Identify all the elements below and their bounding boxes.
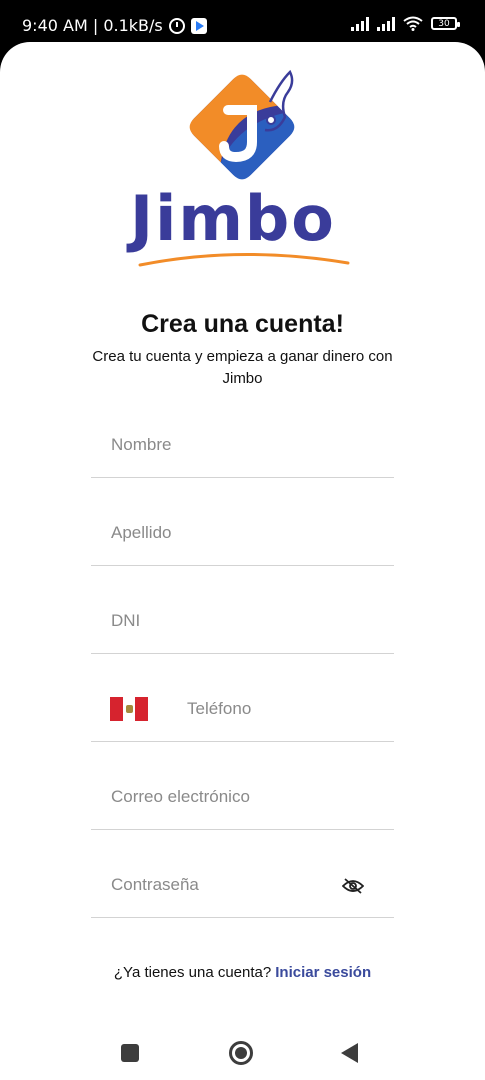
contrasena-field[interactable]: Contraseña: [91, 830, 394, 918]
signal-icon: [351, 16, 369, 31]
peru-flag-icon[interactable]: [110, 697, 149, 721]
status-bar: 9:40 AM | 0.1kB/s 30: [0, 0, 485, 44]
logo-emblem: [189, 69, 295, 180]
alarm-icon: [168, 17, 185, 34]
contrasena-placeholder: Contraseña: [111, 875, 199, 894]
wifi-icon: [403, 16, 423, 31]
status-right: 30: [351, 16, 460, 31]
logo-swoosh: [138, 252, 350, 267]
signal-icon-2: [377, 16, 395, 31]
apellido-field[interactable]: Apellido: [91, 478, 394, 566]
correo-field[interactable]: Correo electrónico: [91, 742, 394, 830]
battery-icon: 30: [431, 17, 460, 30]
signup-card: Jimbo Crea una cuenta! Crea tu cuenta y …: [0, 42, 485, 1080]
login-link[interactable]: Iniciar sesión: [275, 964, 371, 981]
nombre-field[interactable]: Nombre: [91, 390, 394, 478]
eye-off-icon[interactable]: [342, 878, 364, 894]
battery-level: 30: [438, 18, 450, 29]
page-subtitle: Crea tu cuenta y empieza a ganar dinero …: [92, 348, 393, 387]
circle-icon[interactable]: [229, 1041, 253, 1065]
status-time: 9:40 AM | 0.1kB/s: [22, 16, 163, 35]
correo-placeholder: Correo electrónico: [111, 787, 250, 806]
dni-placeholder: DNI: [111, 611, 141, 630]
apellido-placeholder: Apellido: [111, 523, 172, 542]
login-prompt: ¿Ya tienes una cuenta? Iniciar sesión: [0, 964, 485, 981]
dni-field[interactable]: DNI: [91, 566, 394, 654]
nombre-placeholder: Nombre: [111, 435, 172, 454]
page-title: Crea una cuenta!: [141, 310, 344, 338]
login-question: ¿Ya tienes una cuenta?: [113, 964, 272, 981]
telefono-field[interactable]: Teléfono: [91, 654, 394, 742]
square-icon[interactable]: [121, 1044, 139, 1062]
status-left: 9:40 AM | 0.1kB/s: [22, 16, 207, 35]
telefono-placeholder: Teléfono: [187, 699, 252, 718]
triangle-back-icon[interactable]: [341, 1043, 358, 1063]
logo-wordmark: Jimbo: [130, 182, 336, 255]
jimbo-logo: Jimbo: [120, 62, 365, 272]
play-store-icon: [190, 17, 207, 34]
system-nav-bar: [0, 1037, 485, 1080]
